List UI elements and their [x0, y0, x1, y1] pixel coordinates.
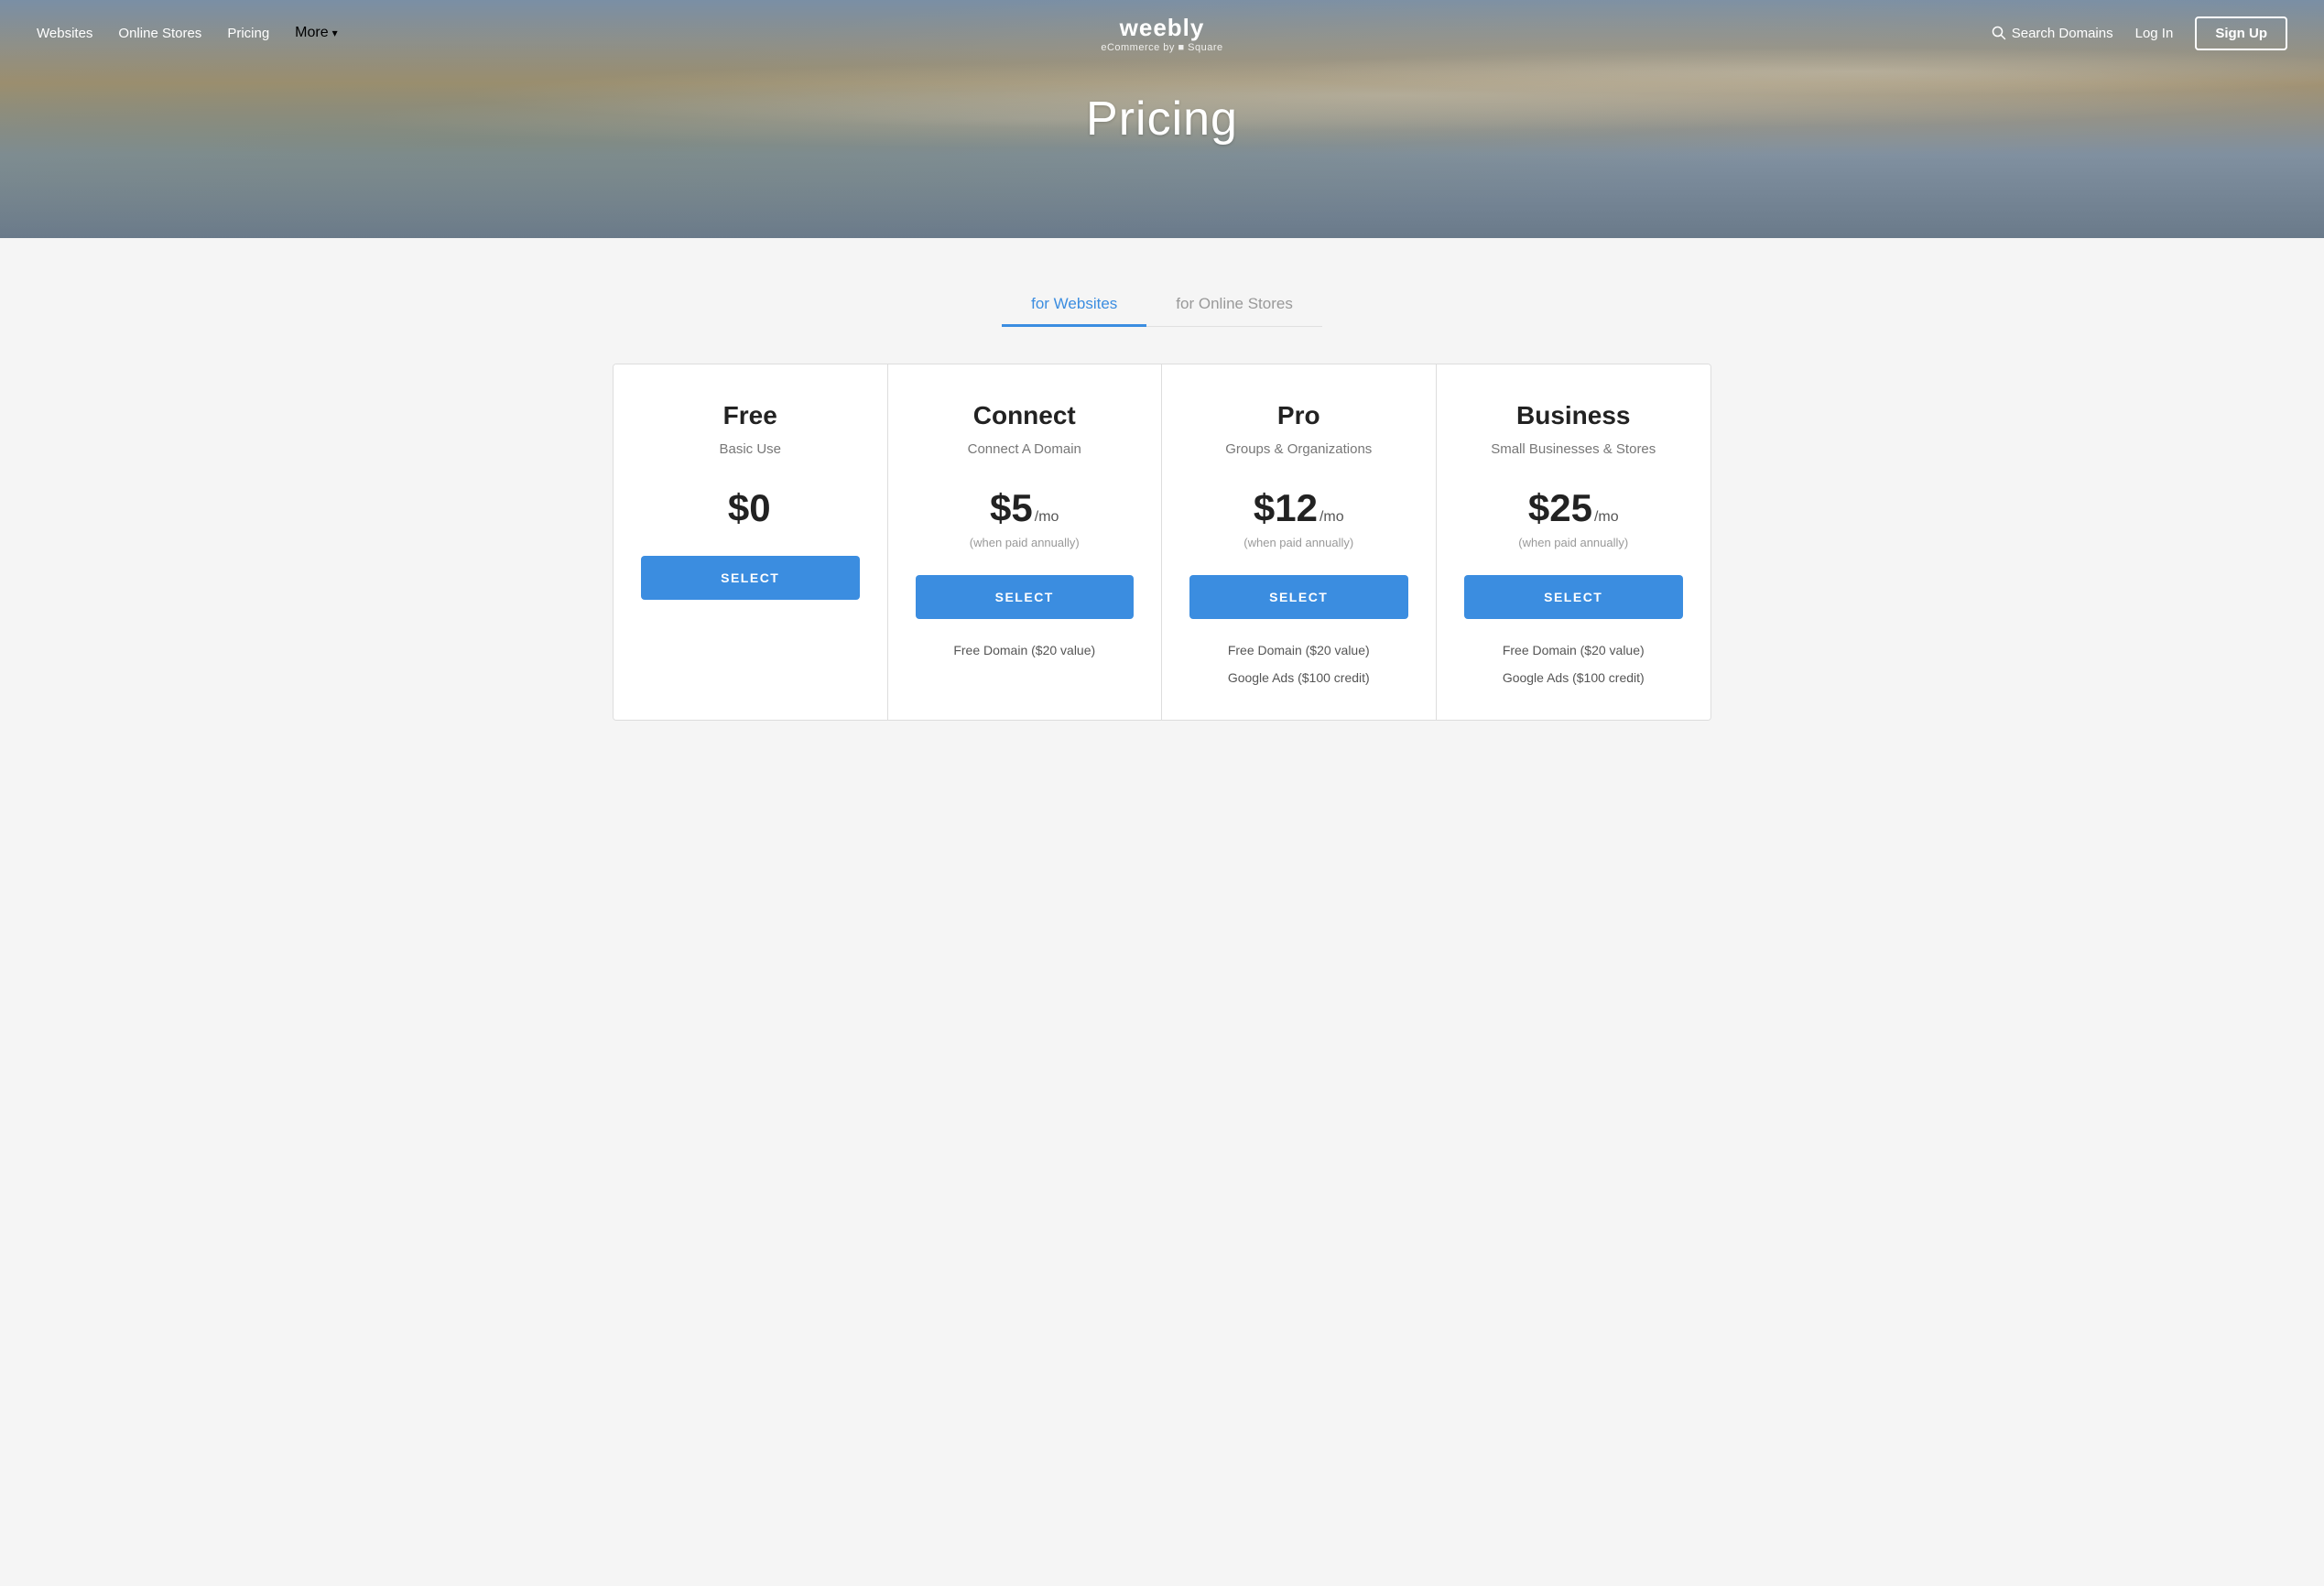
plan-business-select[interactable]: SELECT [1464, 575, 1684, 619]
nav-left: Websites Online Stores Pricing More [37, 25, 338, 41]
chevron-down-icon [332, 25, 338, 41]
plan-connect-select[interactable]: SELECT [916, 575, 1135, 619]
plan-pro-tagline: Groups & Organizations [1189, 441, 1408, 457]
main-content: for Websites for Online Stores Free Basi… [0, 238, 2324, 776]
plan-connect-amount: $5 [990, 486, 1033, 530]
plan-pro-name: Pro [1189, 401, 1408, 430]
nav-link-online-stores[interactable]: Online Stores [118, 26, 201, 41]
list-item: Free Domain ($20 value) [1189, 637, 1408, 663]
plan-free-amount: $0 [728, 486, 771, 530]
tab-for-websites[interactable]: for Websites [1002, 284, 1146, 327]
signup-button[interactable]: Sign Up [2195, 16, 2287, 50]
navbar: Websites Online Stores Pricing More weeb… [0, 0, 2324, 66]
plan-pro-suffix: /mo [1319, 509, 1344, 526]
plan-business-suffix: /mo [1594, 509, 1619, 526]
plan-business-annual: (when paid annually) [1464, 536, 1684, 549]
plan-free-name: Free [641, 401, 860, 430]
plan-pro-price: $12 /mo [1189, 486, 1408, 530]
plan-connect-annual: (when paid annually) [916, 536, 1135, 549]
plan-connect-tagline: Connect A Domain [916, 441, 1135, 457]
nav-right: Search Domains Log In Sign Up [1992, 16, 2287, 50]
plan-business-features: Free Domain ($20 value) Google Ads ($100… [1464, 637, 1684, 690]
plan-free: Free Basic Use $0 SELECT [614, 364, 888, 720]
nav-link-more[interactable]: More [295, 25, 337, 41]
plan-business-name: Business [1464, 401, 1684, 430]
plan-connect: Connect Connect A Domain $5 /mo (when pa… [888, 364, 1163, 720]
hero-title: Pricing [1086, 92, 1238, 147]
plan-pro-features: Free Domain ($20 value) Google Ads ($100… [1189, 637, 1408, 690]
logo-sub: eCommerce by ■ Square [1101, 42, 1222, 53]
nav-link-pricing[interactable]: Pricing [227, 26, 269, 41]
plan-connect-price: $5 /mo [916, 486, 1135, 530]
pricing-tabs: for Websites for Online Stores [1002, 284, 1322, 327]
tab-for-online-stores[interactable]: for Online Stores [1146, 284, 1322, 327]
plan-free-tagline: Basic Use [641, 441, 860, 457]
logo-brand: weebly [1101, 14, 1222, 42]
nav-link-websites[interactable]: Websites [37, 26, 92, 41]
login-link[interactable]: Log In [2135, 26, 2174, 41]
plan-pro-amount: $12 [1254, 486, 1318, 530]
plan-business: Business Small Businesses & Stores $25 /… [1437, 364, 1711, 720]
logo[interactable]: weebly eCommerce by ■ Square [1101, 14, 1222, 53]
list-item: Google Ads ($100 credit) [1189, 665, 1408, 690]
list-item: Free Domain ($20 value) [916, 637, 1135, 663]
list-item: Google Ads ($100 credit) [1464, 665, 1684, 690]
search-domains-button[interactable]: Search Domains [1992, 26, 2113, 41]
plan-business-amount: $25 [1528, 486, 1592, 530]
list-item: Free Domain ($20 value) [1464, 637, 1684, 663]
plan-connect-name: Connect [916, 401, 1135, 430]
pricing-grid: Free Basic Use $0 SELECT Connect Connect… [613, 364, 1711, 721]
plan-connect-suffix: /mo [1035, 509, 1059, 526]
plan-free-price: $0 [641, 486, 860, 530]
plan-business-price: $25 /mo [1464, 486, 1684, 530]
plan-pro-select[interactable]: SELECT [1189, 575, 1408, 619]
plan-pro: Pro Groups & Organizations $12 /mo (when… [1162, 364, 1437, 720]
search-icon [1992, 26, 2006, 40]
search-domains-label: Search Domains [2012, 26, 2113, 41]
plan-free-select[interactable]: SELECT [641, 556, 860, 600]
plan-business-tagline: Small Businesses & Stores [1464, 441, 1684, 457]
plan-connect-features: Free Domain ($20 value) [916, 637, 1135, 663]
plan-pro-annual: (when paid annually) [1189, 536, 1408, 549]
